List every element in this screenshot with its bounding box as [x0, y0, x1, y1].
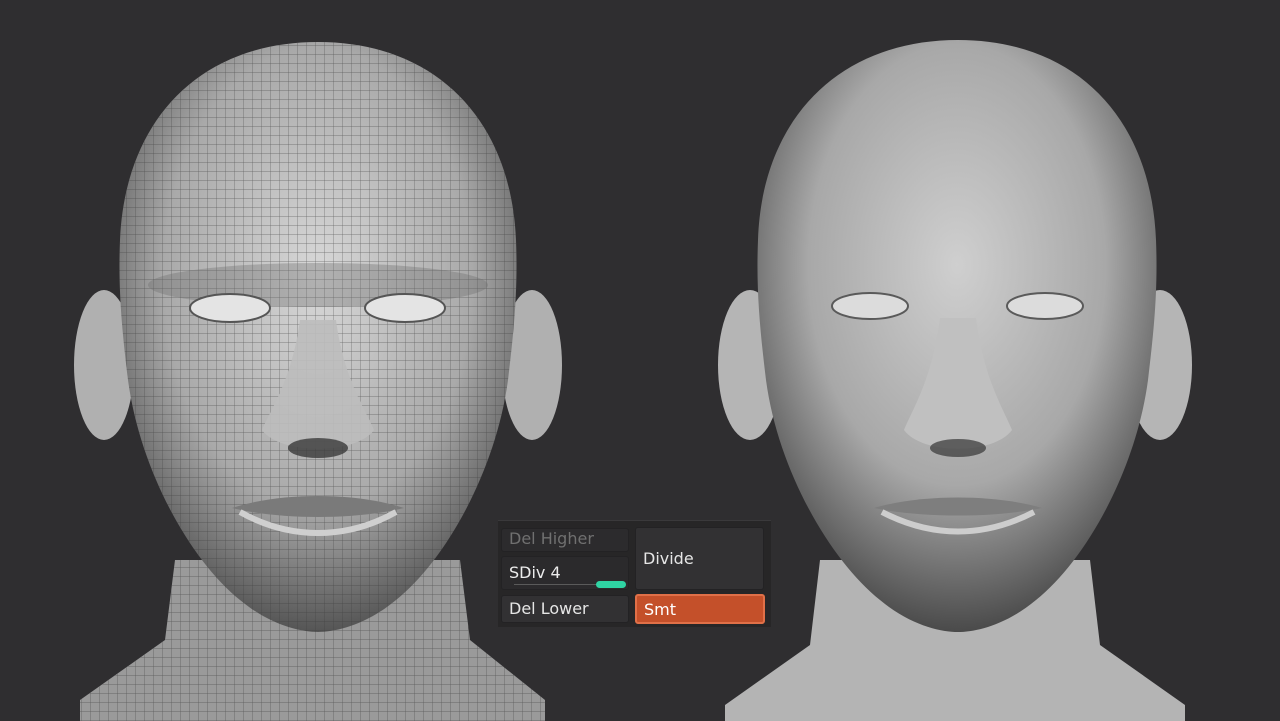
- divide-button[interactable]: Divide: [635, 527, 764, 590]
- del-higher-button[interactable]: Del Higher: [501, 528, 629, 552]
- subdivision-panel: Del Higher SDiv 4 Divide Del Lower Smt: [498, 520, 771, 627]
- sdiv-label: SDiv 4: [509, 563, 561, 582]
- 3d-viewport[interactable]: Del Higher SDiv 4 Divide Del Lower Smt: [0, 0, 1280, 721]
- sdiv-slider-handle[interactable]: [596, 581, 626, 588]
- del-lower-button[interactable]: Del Lower: [501, 595, 629, 623]
- sdiv-slider[interactable]: SDiv 4: [501, 556, 629, 590]
- smt-toggle-button[interactable]: Smt: [635, 594, 765, 624]
